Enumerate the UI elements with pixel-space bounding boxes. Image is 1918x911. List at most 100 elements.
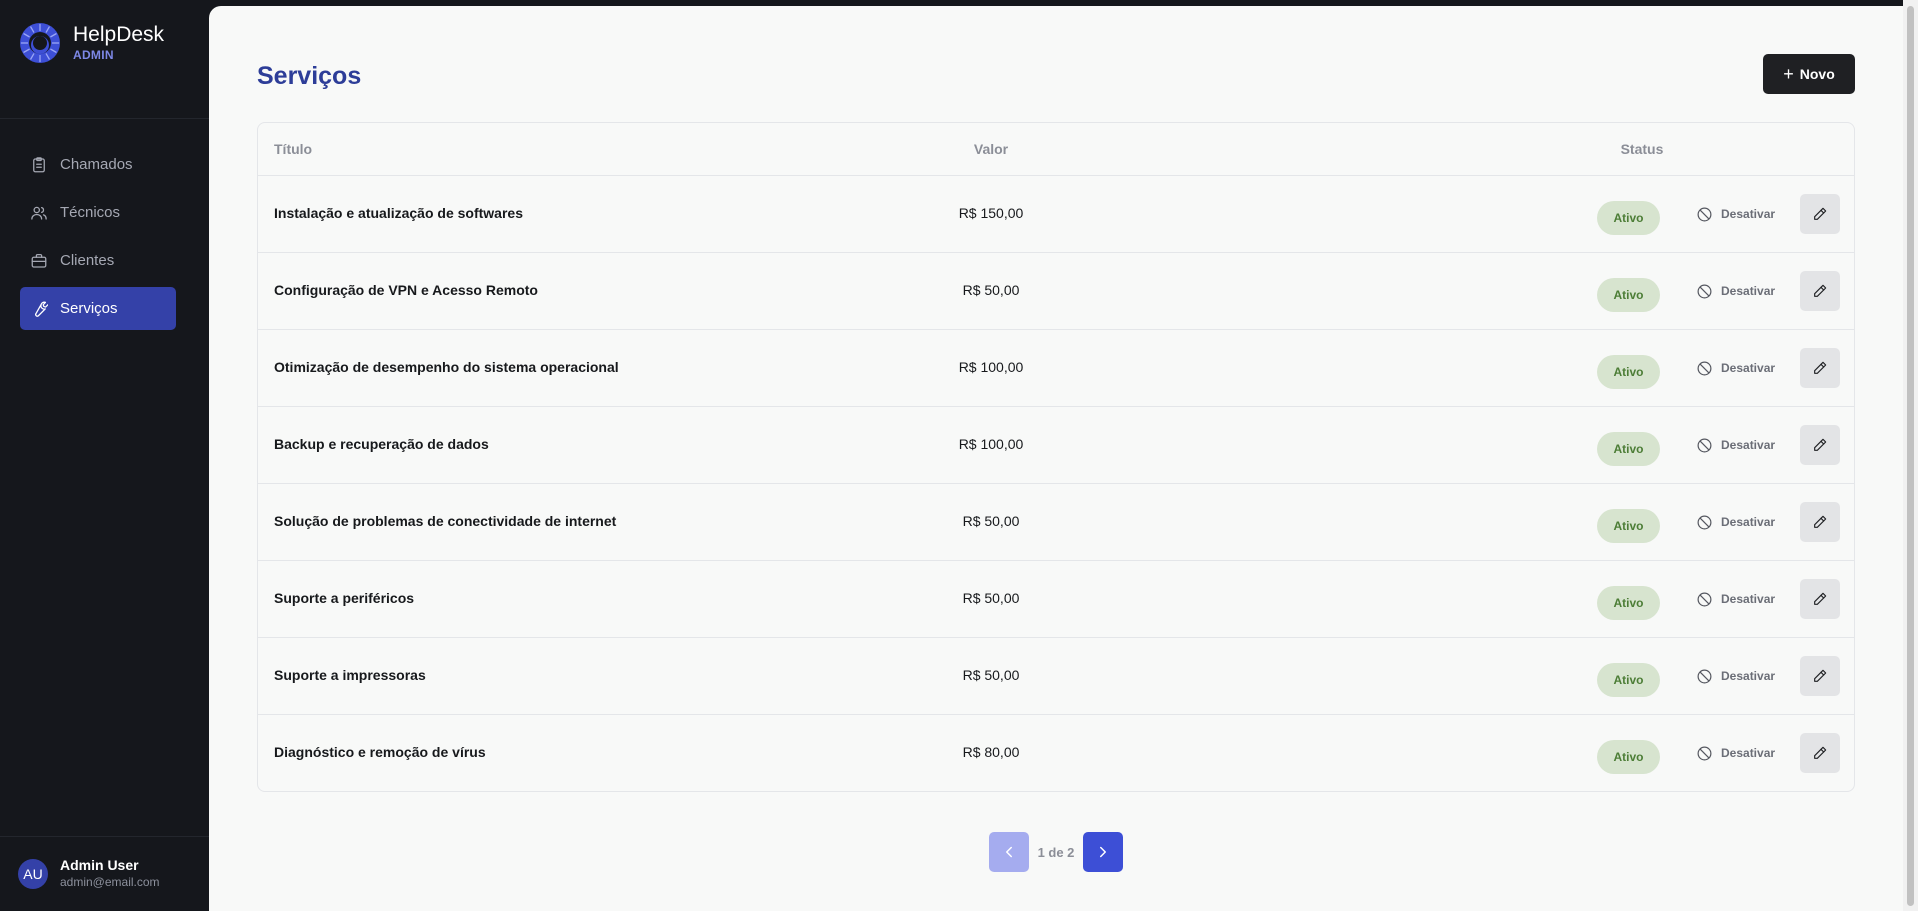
app-name: HelpDesk [73, 23, 165, 46]
edit-button[interactable] [1800, 348, 1840, 388]
deactivate-label: Desativar [1721, 746, 1776, 760]
deactivate-label: Desativar [1721, 669, 1776, 683]
sidebar-item-servicos[interactable]: Serviços [20, 287, 176, 330]
scrollbar-thumb[interactable] [1907, 6, 1914, 906]
deactivate-button[interactable]: Desativar [1696, 743, 1775, 763]
sidebar-item-clientes[interactable]: Clientes [20, 239, 176, 282]
ban-icon [1696, 591, 1713, 608]
edit-button[interactable] [1800, 502, 1840, 542]
brand: HelpDesk ADMIN [19, 22, 164, 64]
status-badge: Ativo [1597, 355, 1660, 389]
service-title: Solução de problemas de conectividade de… [274, 513, 617, 529]
edit-button[interactable] [1800, 194, 1840, 234]
new-service-button[interactable]: + Novo [1763, 54, 1855, 94]
service-title: Suporte a impressoras [274, 667, 426, 683]
table-row: Instalação e atualização de softwares R$… [258, 176, 1854, 253]
next-page-button[interactable] [1083, 832, 1123, 872]
pencil-icon [1814, 669, 1827, 682]
ban-icon [1696, 514, 1713, 531]
chevron-left-icon [1006, 846, 1012, 858]
sidebar-item-tecnicos[interactable]: Técnicos [20, 191, 176, 234]
scrollbar[interactable] [1903, 0, 1918, 911]
user-profile[interactable]: AU Admin User admin@email.com [18, 857, 160, 890]
ban-icon [1696, 283, 1713, 300]
wrench-icon [29, 299, 49, 319]
ban-icon [1696, 206, 1713, 223]
edit-button[interactable] [1800, 656, 1840, 696]
service-title: Diagnóstico e remoção de vírus [274, 744, 486, 760]
new-button-label: Novo [1799, 66, 1835, 82]
status-badge: Ativo [1597, 201, 1660, 235]
edit-button[interactable] [1800, 579, 1840, 619]
table-row: Backup e recuperação de dados R$ 100,00 … [258, 407, 1854, 484]
edit-button[interactable] [1800, 271, 1840, 311]
ban-icon [1696, 437, 1713, 454]
service-value: R$ 50,00 [962, 590, 1020, 606]
table-row: Otimização de desempenho do sistema oper… [258, 330, 1854, 407]
table-row: Solução de problemas de conectividade de… [258, 484, 1854, 561]
edit-button[interactable] [1800, 425, 1840, 465]
sidebar-item-label: Técnicos [60, 204, 121, 221]
deactivate-button[interactable]: Desativar [1696, 204, 1775, 224]
deactivate-label: Desativar [1721, 515, 1776, 529]
app-role: ADMIN [73, 48, 114, 62]
table-header: Título Valor Status [258, 123, 1854, 176]
edit-button[interactable] [1800, 733, 1840, 773]
ban-icon [1696, 360, 1713, 377]
pencil-icon [1814, 438, 1827, 451]
deactivate-label: Desativar [1721, 207, 1776, 221]
status-badge: Ativo [1597, 586, 1660, 620]
clipboard-icon [29, 155, 49, 175]
sidebar-nav: Chamados Técnicos Clientes Serviços [20, 143, 176, 335]
plus-icon: + [1783, 64, 1794, 84]
service-title: Backup e recuperação de dados [274, 436, 489, 452]
deactivate-button[interactable]: Desativar [1696, 358, 1775, 378]
status-badge: Ativo [1597, 663, 1660, 697]
table-row: Configuração de VPN e Acesso Remoto R$ 5… [258, 253, 1854, 330]
pencil-icon [1814, 746, 1827, 759]
pencil-icon [1814, 515, 1827, 528]
page-title: Serviços [257, 62, 362, 90]
service-value: R$ 150,00 [958, 205, 1024, 221]
user-email: admin@email.com [60, 875, 160, 889]
service-value: R$ 50,00 [962, 282, 1020, 298]
services-table: Título Valor Status Instalação e atualiz… [257, 122, 1855, 792]
sidebar-divider [0, 118, 209, 119]
service-title: Configuração de VPN e Acesso Remoto [274, 282, 538, 298]
table-row: Diagnóstico e remoção de vírus R$ 80,00 … [258, 715, 1854, 792]
column-header-status: Status [1620, 141, 1664, 157]
previous-page-button[interactable] [989, 832, 1029, 872]
deactivate-label: Desativar [1721, 592, 1776, 606]
sidebar-divider-bottom [0, 836, 209, 837]
sidebar-item-chamados[interactable]: Chamados [20, 143, 176, 186]
column-header-value: Valor [973, 141, 1009, 157]
ban-icon [1696, 745, 1713, 762]
status-badge: Ativo [1597, 509, 1660, 543]
users-icon [29, 203, 49, 223]
chevron-right-icon [1100, 846, 1106, 858]
main-content: Serviços + Novo Título Valor Status Inst… [209, 6, 1903, 911]
pencil-icon [1814, 361, 1827, 374]
column-header-title: Título [274, 141, 313, 157]
deactivate-label: Desativar [1721, 361, 1776, 375]
pencil-icon [1814, 592, 1827, 605]
sidebar-item-label: Clientes [60, 252, 115, 269]
deactivate-button[interactable]: Desativar [1696, 589, 1775, 609]
deactivate-label: Desativar [1721, 284, 1776, 298]
pencil-icon [1814, 284, 1827, 297]
pagination: 1 de 2 [989, 832, 1123, 872]
user-name: Admin User [60, 857, 139, 873]
status-badge: Ativo [1597, 278, 1660, 312]
deactivate-button[interactable]: Desativar [1696, 435, 1775, 455]
table-row: Suporte a impressoras R$ 50,00 Ativo Des… [258, 638, 1854, 715]
deactivate-button[interactable]: Desativar [1696, 666, 1775, 686]
service-value: R$ 100,00 [958, 359, 1024, 375]
status-badge: Ativo [1597, 432, 1660, 466]
status-badge: Ativo [1597, 740, 1660, 774]
pencil-icon [1814, 207, 1827, 220]
deactivate-button[interactable]: Desativar [1696, 281, 1775, 301]
helpdesk-logo-icon [20, 23, 60, 63]
deactivate-button[interactable]: Desativar [1696, 512, 1775, 532]
deactivate-label: Desativar [1721, 438, 1776, 452]
sidebar-item-label: Serviços [60, 300, 118, 317]
